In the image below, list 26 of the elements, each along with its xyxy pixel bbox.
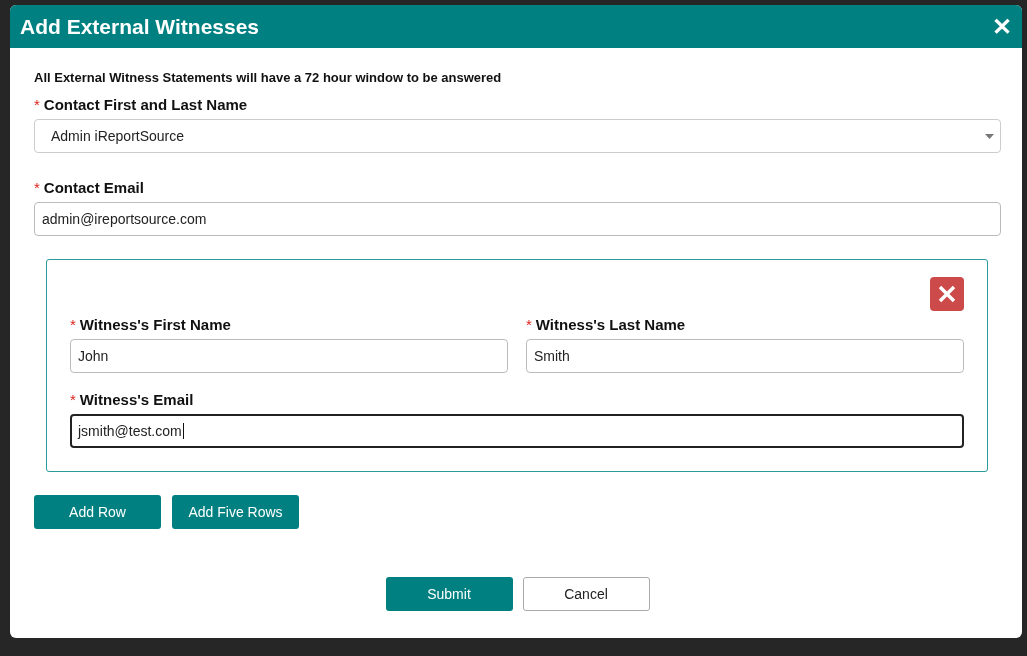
witness-email-field[interactable]: jsmith@test.com [70, 414, 964, 448]
text-field[interactable]: Smith [526, 339, 964, 373]
dialog-title: Add External Witnesses [20, 14, 260, 39]
field-label: Contact Email [43, 179, 144, 196]
submit-button[interactable]: Submit [385, 577, 513, 611]
delete-button[interactable] [930, 277, 964, 311]
field-label: Contact First and Last Name [43, 96, 248, 113]
add-row-button[interactable]: Add Row [34, 495, 161, 529]
contact-email-field[interactable]: admin@ireportsource.com [34, 202, 1001, 236]
text-cursor [182, 423, 184, 439]
field-label: Witness's First Name [79, 316, 231, 333]
close-button[interactable]: ✕ [990, 14, 1014, 39]
required-mark: * [526, 316, 532, 333]
required-mark: * [34, 179, 40, 196]
close-icon [937, 284, 957, 304]
field-label: Witness's Email [79, 391, 194, 408]
contact-name-dropdown[interactable]: Admin iReportSource [34, 119, 1001, 153]
field-label: Witness's Last Name [535, 316, 686, 333]
caret-icon [985, 133, 994, 139]
cancel-button[interactable]: Cancel [522, 577, 650, 611]
required-mark: * [34, 96, 40, 113]
required-mark: * [70, 316, 76, 333]
text-field[interactable]: John [70, 339, 508, 373]
required-mark: * [70, 391, 76, 408]
notice-text: All External Witness Statements will have a 72 hour window to be answered [34, 70, 503, 85]
add-row-button[interactable]: Add Five Rows [172, 495, 299, 529]
